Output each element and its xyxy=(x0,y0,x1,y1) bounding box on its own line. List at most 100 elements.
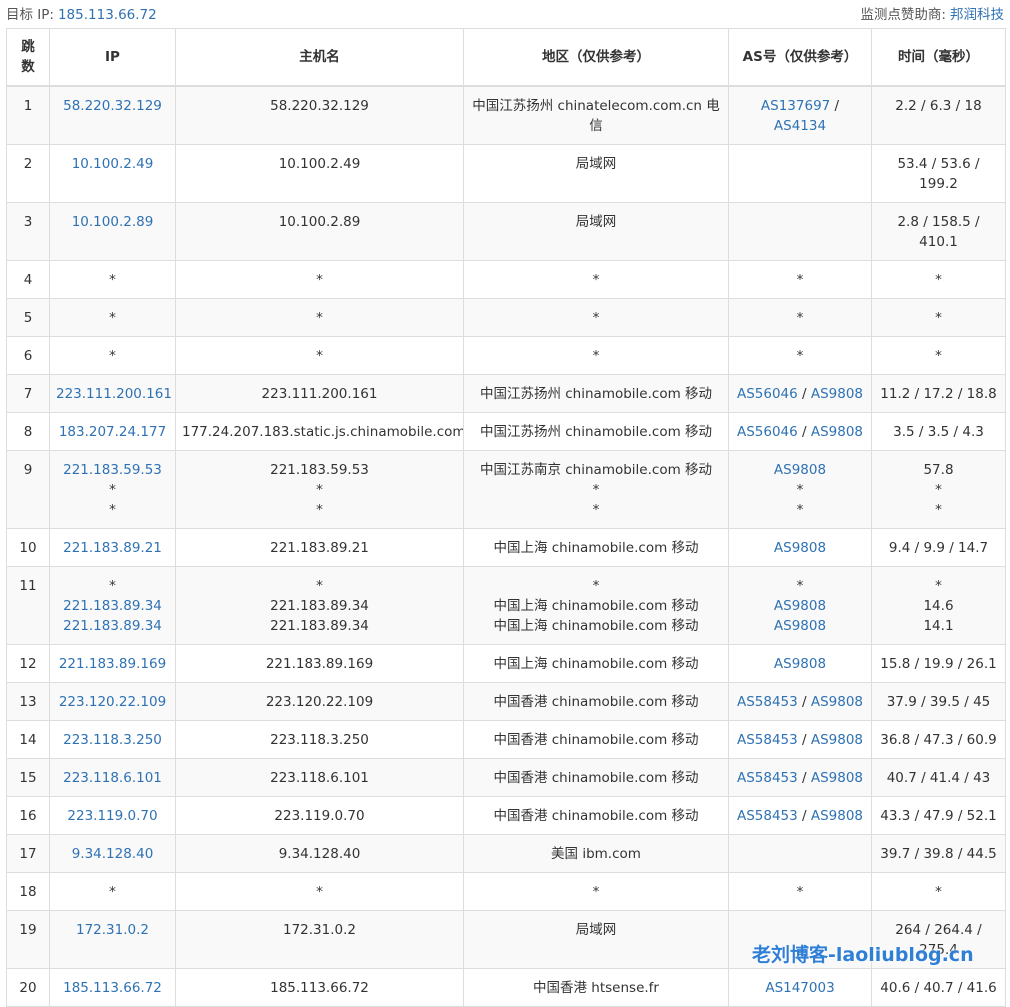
ip-cell: 172.31.0.2 xyxy=(49,910,176,969)
ip-link[interactable]: 221.183.89.34 xyxy=(56,616,169,636)
ip-link[interactable]: 58.220.32.129 xyxy=(56,96,169,116)
as-link[interactable]: AS58453 xyxy=(737,732,798,748)
as-line: AS137697 / AS4134 xyxy=(735,96,865,136)
as-link[interactable]: AS56046 xyxy=(737,386,798,402)
as-link[interactable]: AS9808 xyxy=(811,732,863,748)
as-line: AS56046 / AS9808 xyxy=(735,422,865,442)
time-cell: 2.8 / 158.5 / 410.1 xyxy=(871,202,1006,261)
hostname-text: 10.100.2.89 xyxy=(278,214,361,230)
region-cell: * xyxy=(463,336,729,375)
column-header-region: 地区（仅供参考） xyxy=(463,28,729,87)
as-link[interactable]: AS58453 xyxy=(737,770,798,786)
as-separator: / xyxy=(830,98,840,114)
as-line: * xyxy=(735,480,865,500)
column-header-hostname: 主机名 xyxy=(175,28,464,87)
time-first-part: 264 / 264.4 / xyxy=(895,922,982,938)
time-text: 2.8 / 158.5 / 410.1 xyxy=(878,212,999,252)
hop-cell: 3 xyxy=(6,202,50,261)
ip-link[interactable]: 223.118.6.101 xyxy=(56,768,169,788)
region-text: * xyxy=(592,502,600,518)
ip-link[interactable]: 223.119.0.70 xyxy=(56,806,169,826)
as-link[interactable]: AS9808 xyxy=(774,618,826,634)
target-ip-value: 185.113.66.72 xyxy=(57,7,157,23)
ip-link[interactable]: 223.120.22.109 xyxy=(56,692,169,712)
ip-link[interactable]: 183.207.24.177 xyxy=(56,422,169,442)
hostname-cell: 221.183.89.21 xyxy=(175,528,464,567)
region-text: 局域网 xyxy=(575,156,617,172)
hostname-text: 223.120.22.109 xyxy=(265,694,374,710)
as-link[interactable]: AS9808 xyxy=(811,808,863,824)
as-line: * xyxy=(735,270,865,290)
as-link[interactable]: AS9808 xyxy=(774,598,826,614)
hop-number: 4 xyxy=(23,272,33,288)
table-row: 17 9.34.128.40 9.34.128.40 美国 ibm.com 39.7 /… xyxy=(6,834,1006,873)
ip-link[interactable]: 9.34.128.40 xyxy=(56,844,169,864)
table-row: 9 221.183.59.53 * * 221.183.59.53 * * 中国江苏南京 ch… xyxy=(6,450,1006,529)
as-link[interactable]: AS58453 xyxy=(737,808,798,824)
time-cell: * 14.6 14.1 xyxy=(871,566,1006,645)
time-last-part: 199.2 xyxy=(919,176,958,192)
as-cell: AS58453 / AS9808 xyxy=(728,758,872,797)
as-link[interactable]: AS9808 xyxy=(811,424,863,440)
time-cell: 40.6 / 40.7 / 41.6 xyxy=(871,968,1006,1007)
hostname-text: 223.119.0.70 xyxy=(274,808,365,824)
as-cell: * xyxy=(728,872,872,911)
as-link[interactable]: AS58453 xyxy=(737,694,798,710)
as-link[interactable]: AS137697 xyxy=(761,98,830,114)
ip-star: * xyxy=(109,310,116,326)
ip-link[interactable]: 10.100.2.49 xyxy=(56,154,169,174)
as-link[interactable]: AS56046 xyxy=(737,424,798,440)
as-link[interactable]: AS4134 xyxy=(774,118,826,134)
as-link[interactable]: AS9808 xyxy=(774,462,826,478)
ip-link[interactable]: 172.31.0.2 xyxy=(56,920,169,940)
ip-star: * xyxy=(109,884,116,900)
as-cell xyxy=(728,202,872,261)
as-line: * xyxy=(735,500,865,520)
as-link[interactable]: AS9808 xyxy=(774,656,826,672)
hostname-cell: 185.113.66.72 xyxy=(175,968,464,1007)
ip-link[interactable]: 221.183.89.34 xyxy=(56,596,169,616)
ip-cell: 223.119.0.70 xyxy=(49,796,176,835)
time-cell: * xyxy=(871,872,1006,911)
hop-number: 13 xyxy=(19,694,37,710)
table-row: 12 221.183.89.169 221.183.89.169 中国上海 china… xyxy=(6,644,1006,683)
ip-link[interactable]: 10.100.2.89 xyxy=(56,212,169,232)
region-text: 中国上海 chinamobile.com 移动 xyxy=(493,598,699,614)
table-row: 2 10.100.2.49 10.100.2.49 局域网 53.4 / 53.6 / 1… xyxy=(6,144,1006,203)
time-text: 36.8 / 47.3 / 60.9 xyxy=(880,732,997,748)
sponsor-link[interactable]: 邦润科技 xyxy=(950,7,1004,23)
hop-number: 9 xyxy=(23,462,33,478)
time-text: * xyxy=(935,884,942,900)
as-star: * xyxy=(796,884,804,900)
hostname-text: 221.183.59.53 xyxy=(270,462,369,478)
table-row: 10 221.183.89.21 221.183.89.21 中国上海 chinamo… xyxy=(6,528,1006,567)
table-row: 5 * * * * * xyxy=(6,298,1006,337)
time-cell: 43.3 / 47.9 / 52.1 xyxy=(871,796,1006,835)
as-link[interactable]: AS9808 xyxy=(811,386,863,402)
hostname-cell: * xyxy=(175,336,464,375)
ip-link[interactable]: 221.183.89.21 xyxy=(56,538,169,558)
ip-link[interactable]: 185.113.66.72 xyxy=(56,978,169,998)
hostname-text: * xyxy=(316,502,323,518)
hop-number: 7 xyxy=(23,386,33,402)
ip-link[interactable]: 221.183.89.169 xyxy=(56,654,169,674)
ip-link[interactable]: 223.111.200.161 xyxy=(56,384,172,404)
as-link[interactable]: AS9808 xyxy=(774,540,826,556)
ip-link[interactable]: 223.118.3.250 xyxy=(56,730,169,750)
time-text: 15.8 / 19.9 / 26.1 xyxy=(880,656,997,672)
as-link[interactable]: AS147003 xyxy=(765,980,834,996)
as-link[interactable]: AS9808 xyxy=(811,770,863,786)
time-text: 3.5 / 3.5 / 4.3 xyxy=(893,424,984,440)
ip-cell: 9.34.128.40 xyxy=(49,834,176,873)
region-cell: 中国香港 chinamobile.com 移动 xyxy=(463,682,729,721)
as-link[interactable]: AS9808 xyxy=(811,694,863,710)
hop-cell: 18 xyxy=(6,872,50,911)
time-cell: 2.2 / 6.3 / 18 xyxy=(871,85,1006,145)
hostname-cell: 172.31.0.2 xyxy=(175,910,464,969)
ip-link[interactable]: 221.183.59.53 xyxy=(56,460,169,480)
hostname-text: * xyxy=(316,272,323,288)
region-text: * xyxy=(592,348,600,364)
ip-cell: * xyxy=(49,336,176,375)
ip-star: * xyxy=(109,502,116,518)
hostname-text: * xyxy=(316,884,323,900)
